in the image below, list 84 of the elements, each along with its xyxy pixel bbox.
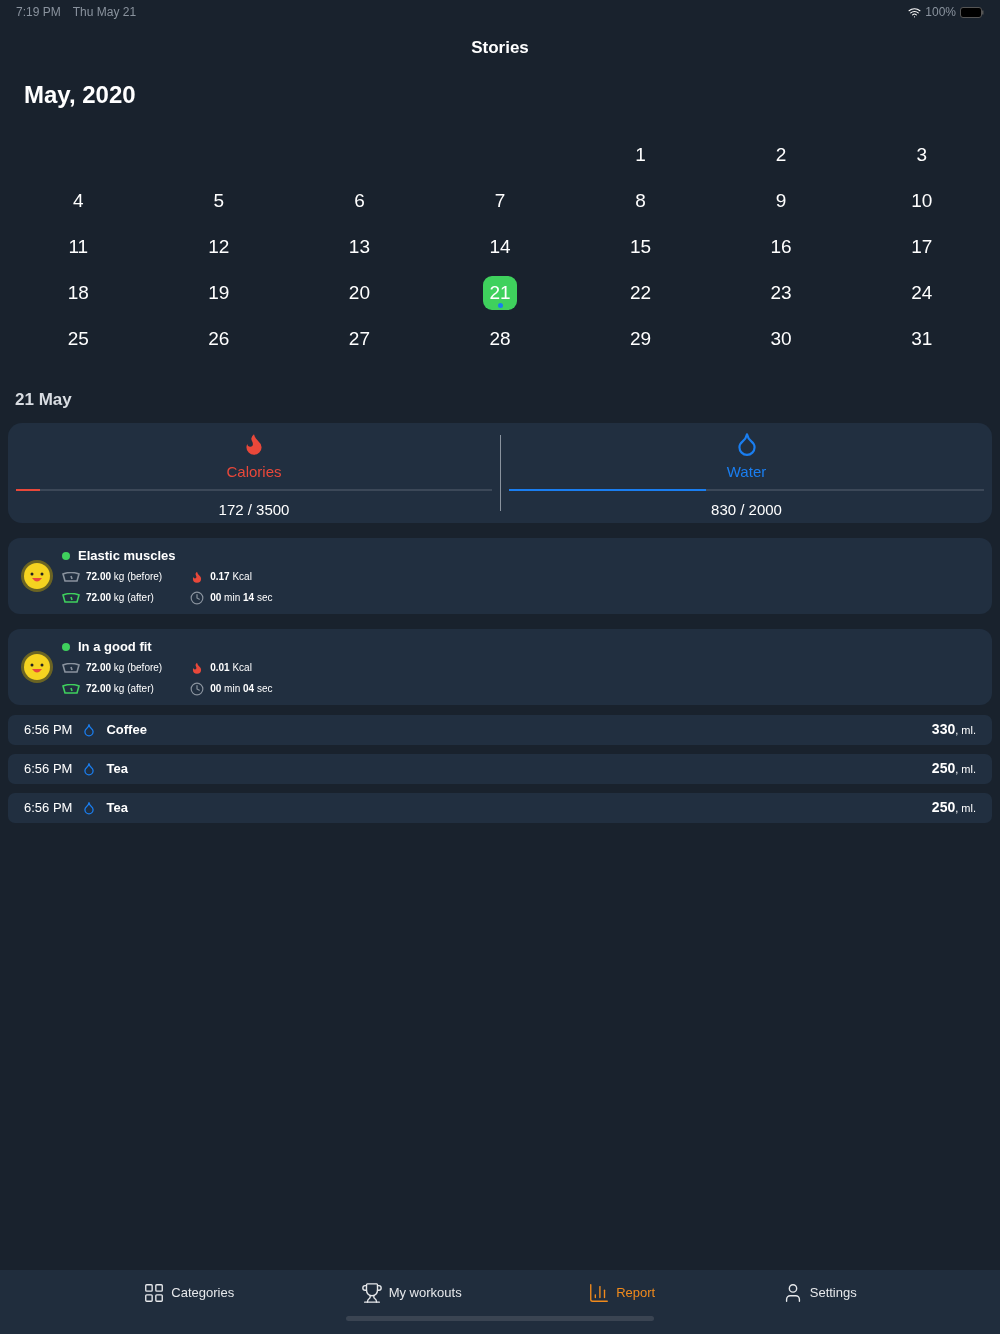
drink-name: Coffee — [106, 720, 147, 739]
drink-row[interactable]: 6:56 PM Coffee 330, ml. — [8, 714, 992, 745]
trophy-icon — [360, 1282, 383, 1304]
calendar-day[interactable]: 29 — [623, 322, 658, 356]
drink-time: 6:56 PM — [24, 759, 73, 778]
month-title: May, 2020 — [24, 80, 136, 110]
wifi-icon — [908, 5, 922, 19]
tab[interactable]: My workouts — [360, 1282, 462, 1304]
calendar-day[interactable]: 6 — [342, 184, 377, 218]
calendar-day[interactable]: 31 — [904, 322, 939, 356]
calendar-day[interactable]: 10 — [904, 184, 939, 218]
calendar-day[interactable]: 14 — [483, 230, 517, 264]
clock-icon — [190, 681, 205, 696]
calendar-day[interactable]: 24 — [904, 276, 939, 310]
scale-icon — [62, 662, 80, 673]
calendar-day[interactable]: 20 — [342, 276, 377, 310]
calendar-day[interactable]: 4 — [61, 184, 96, 218]
calendar-day[interactable]: 16 — [764, 230, 799, 264]
calendar-day[interactable]: 26 — [201, 322, 236, 356]
calendar-day[interactable]: 5 — [201, 184, 236, 218]
bar-chart-icon — [588, 1282, 611, 1304]
drop-icon — [82, 761, 97, 776]
battery-percent: 100% — [925, 4, 956, 21]
weight-after: 72.00 kg (after) — [86, 591, 154, 606]
drink-row[interactable]: 6:56 PM Tea 250, ml. — [8, 753, 992, 784]
day-title: 21 May — [15, 390, 72, 409]
smiley-icon — [20, 558, 54, 593]
summary-label: Water — [726, 461, 767, 482]
scale-icon — [62, 683, 80, 694]
calendar-day[interactable]: 25 — [61, 322, 96, 356]
drink-amount: 250, ml. — [931, 798, 976, 817]
calendar-day[interactable]: 7 — [483, 184, 517, 218]
scale-icon — [62, 592, 80, 603]
scale-icon — [62, 571, 80, 582]
calendar-day[interactable]: 3 — [904, 138, 939, 172]
status-time: 7:19 PM — [16, 4, 61, 21]
weight-before: 72.00 kg (before) — [86, 570, 163, 585]
drink-name: Tea — [106, 759, 128, 778]
drink-name: Tea — [106, 798, 128, 817]
smiley-icon — [20, 649, 54, 684]
calendar-day[interactable]: 11 — [61, 230, 96, 264]
calendar-day[interactable]: 30 — [764, 322, 799, 356]
summary-reading: 172 / 3500 — [218, 500, 290, 520]
drink-time: 6:56 PM — [24, 798, 73, 817]
weight-before: 72.00 kg (before) — [86, 661, 163, 676]
calendar-day[interactable]: 8 — [623, 184, 658, 218]
calendar-day[interactable]: 2 — [764, 138, 799, 172]
calendar-day[interactable]: 12 — [201, 230, 236, 264]
drop-icon — [82, 800, 97, 815]
drop-icon — [82, 722, 97, 737]
status-date: Thu May 21 — [72, 4, 137, 21]
drink-amount: 250, ml. — [931, 759, 976, 778]
calendar-day[interactable]: 13 — [342, 230, 377, 264]
workout-card[interactable]: In a good fit 72.00 kg (before) 72.00 kg (after) 0.01 Kcal 00 min 04 sec — [8, 628, 992, 705]
calendar-day[interactable]: 1 — [623, 138, 658, 172]
calendar-day[interactable]: 15 — [623, 230, 658, 264]
workout-name: Elastic muscles — [78, 546, 176, 565]
battery-icon — [960, 6, 984, 18]
workout-name: In a good fit — [78, 637, 152, 656]
tab[interactable]: Report — [588, 1282, 656, 1304]
grid-icon — [143, 1282, 166, 1304]
calendar-day[interactable]: 18 — [61, 276, 96, 310]
drink-row[interactable]: 6:56 PM Tea 250, ml. — [8, 792, 992, 823]
summary-reading: 830 / 2000 — [711, 500, 782, 520]
calendar-day[interactable]: 19 — [201, 276, 236, 310]
workout-card[interactable]: Elastic muscles 72.00 kg (before) 72.00 kg (after) 0.17 Kcal 00 min 14 sec — [8, 537, 992, 614]
drink-amount: 330, ml. — [931, 720, 976, 739]
calendar-day[interactable]: 28 — [483, 322, 517, 356]
calendar-day[interactable]: 9 — [764, 184, 799, 218]
kcal-value: 0.01 Kcal — [210, 661, 252, 676]
drink-time: 6:56 PM — [24, 720, 73, 739]
clock-icon — [190, 590, 205, 605]
calendar-day[interactable]: 27 — [342, 322, 377, 356]
weight-after: 72.00 kg (after) — [86, 682, 154, 697]
page-title: Stories — [471, 37, 529, 60]
duration-value: 00 min 14 sec — [210, 591, 273, 606]
calendar-day[interactable]: 23 — [764, 276, 799, 310]
calendar-day[interactable]: 22 — [623, 276, 658, 310]
tab[interactable]: Settings — [781, 1282, 857, 1304]
kcal-value: 0.17 Kcal — [210, 570, 252, 585]
summary-label: Calories — [226, 461, 282, 482]
calendar-day[interactable]: 17 — [904, 230, 939, 264]
duration-value: 00 min 04 sec — [210, 682, 273, 697]
tab[interactable]: Categories — [143, 1282, 235, 1304]
